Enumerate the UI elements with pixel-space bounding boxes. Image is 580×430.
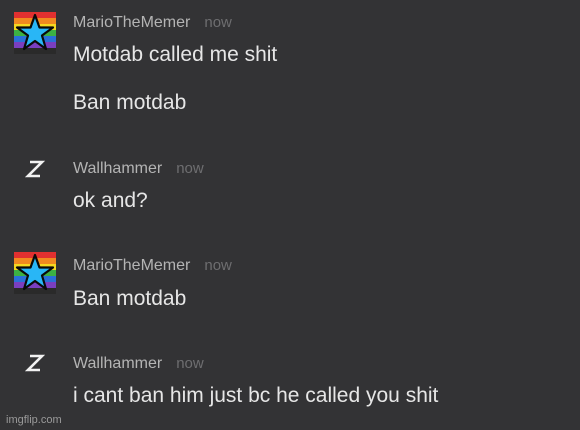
author-name[interactable]: MarioTheMemer (73, 14, 190, 31)
lightning-bolt-icon[interactable] (22, 350, 48, 376)
timestamp: now (204, 14, 232, 31)
message-header: MarioTheMemer now (73, 257, 232, 275)
author-name[interactable]: MarioTheMemer (73, 257, 190, 274)
timestamp: now (176, 160, 204, 177)
author-name[interactable]: Wallhammer (73, 355, 162, 372)
timestamp: now (176, 355, 204, 372)
message-text: i cant ban him just bc he called you shi… (73, 384, 439, 407)
lightning-bolt-icon[interactable] (22, 156, 48, 182)
author-name[interactable]: Wallhammer (73, 160, 162, 177)
rainbow-star-icon[interactable] (14, 252, 56, 294)
message-text: ok and? (73, 189, 148, 212)
watermark: imgflip.com (6, 414, 62, 426)
message-text: Motdab called me shit (73, 43, 278, 66)
timestamp: now (204, 257, 232, 274)
message-header: MarioTheMemer now (73, 14, 232, 32)
message-text: Ban motdab (73, 287, 187, 310)
message-header: Wallhammer now (73, 160, 204, 178)
rainbow-star-icon[interactable] (14, 12, 56, 54)
message-text: Ban motdab (73, 91, 187, 114)
message-header: Wallhammer now (73, 355, 204, 373)
